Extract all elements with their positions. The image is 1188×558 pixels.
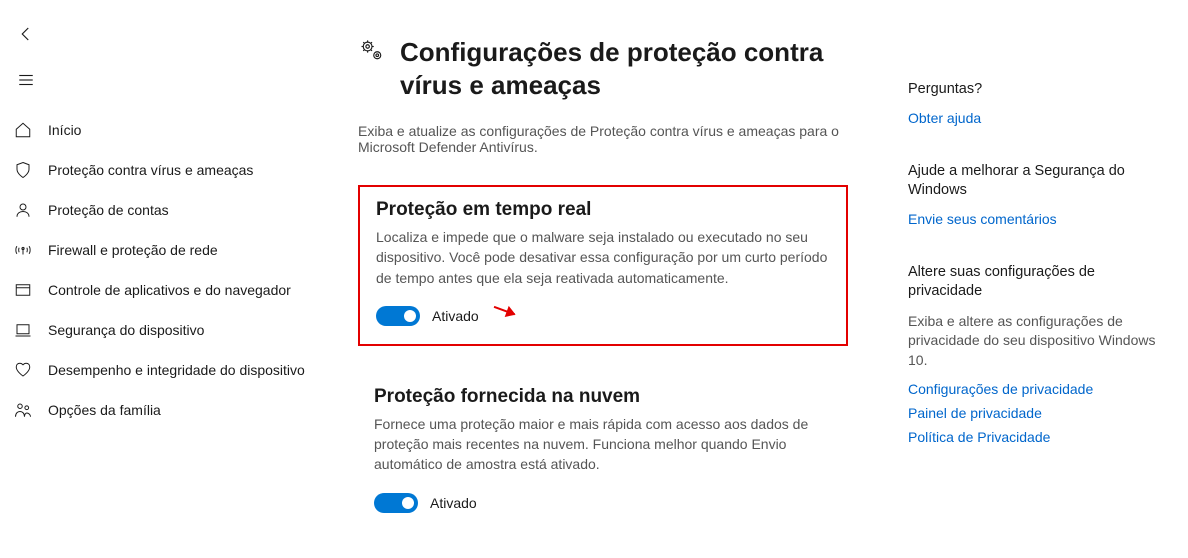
sidebar-item-virus-threat[interactable]: Proteção contra vírus e ameaças: [0, 150, 320, 190]
device-icon: [14, 321, 32, 339]
section-description: Localiza e impede que o malware seja ins…: [376, 227, 830, 288]
block-heading: Ajude a melhorar a Segurança do Windows: [908, 162, 1164, 201]
sidebar-item-app-browser-control[interactable]: Controle de aplicativos e do navegador: [0, 270, 320, 310]
sidebar-item-device-performance[interactable]: Desempenho e integridade do dispositivo: [0, 350, 320, 390]
sidebar-item-label: Firewall e proteção de rede: [48, 242, 218, 258]
sidebar-item-family-options[interactable]: Opções da família: [0, 390, 320, 430]
privacy-block: Altere suas configurações de privacidade…: [908, 263, 1164, 445]
home-icon: [14, 121, 32, 139]
right-panel: Perguntas? Obter ajuda Ajude a melhorar …: [908, 0, 1188, 558]
page-title: Configurações de proteção contra vírus e…: [400, 36, 860, 101]
sidebar-item-label: Proteção contra vírus e ameaças: [48, 162, 253, 178]
sidebar: Início Proteção contra vírus e ameaças P…: [0, 0, 320, 558]
sidebar-item-label: Segurança do dispositivo: [48, 322, 204, 338]
toggle-state-label: Ativado: [430, 495, 477, 511]
section-description: Fornece uma proteção maior e mais rápida…: [374, 414, 832, 475]
antenna-icon: [14, 241, 32, 259]
family-icon: [14, 401, 32, 419]
page-subtitle: Exiba e atualize as configurações de Pro…: [358, 123, 858, 155]
sidebar-item-device-security[interactable]: Segurança do dispositivo: [0, 310, 320, 350]
person-icon: [14, 201, 32, 219]
get-help-link[interactable]: Obter ajuda: [908, 110, 1164, 126]
back-button[interactable]: [8, 18, 44, 50]
section-cloud-protection: Proteção fornecida na nuvem Fornece uma …: [358, 374, 848, 531]
privacy-settings-link[interactable]: Configurações de privacidade: [908, 381, 1164, 397]
block-heading: Perguntas?: [908, 80, 1164, 100]
block-text: Exiba e altere as configurações de priva…: [908, 312, 1164, 371]
hamburger-button[interactable]: [8, 64, 44, 96]
sidebar-item-account-protection[interactable]: Proteção de contas: [0, 190, 320, 230]
section-title: Proteção fornecida na nuvem: [374, 386, 832, 408]
sidebar-item-label: Opções da família: [48, 402, 161, 418]
improve-security-block: Ajude a melhorar a Segurança do Windows …: [908, 162, 1164, 227]
realtime-toggle[interactable]: [376, 306, 420, 326]
send-feedback-link[interactable]: Envie seus comentários: [908, 211, 1164, 227]
heart-icon: [14, 361, 32, 379]
privacy-dashboard-link[interactable]: Painel de privacidade: [908, 405, 1164, 421]
sidebar-item-label: Proteção de contas: [48, 202, 169, 218]
sidebar-item-label: Início: [48, 122, 81, 138]
main-content: Configurações de proteção contra vírus e…: [320, 0, 908, 558]
block-heading: Altere suas configurações de privacidade: [908, 263, 1164, 302]
shield-icon: [14, 161, 32, 179]
sidebar-item-label: Controle de aplicativos e do navegador: [48, 282, 291, 298]
section-title: Proteção em tempo real: [376, 199, 830, 221]
questions-block: Perguntas? Obter ajuda: [908, 80, 1164, 126]
window-icon: [14, 281, 32, 299]
toggle-state-label: Ativado: [432, 308, 479, 324]
gears-icon: [358, 36, 386, 67]
sidebar-item-firewall[interactable]: Firewall e proteção de rede: [0, 230, 320, 270]
cloud-toggle[interactable]: [374, 493, 418, 513]
sidebar-item-home[interactable]: Início: [0, 110, 320, 150]
section-realtime-protection: Proteção em tempo real Localiza e impede…: [358, 185, 848, 346]
privacy-policy-link[interactable]: Política de Privacidade: [908, 429, 1164, 445]
sidebar-item-label: Desempenho e integridade do dispositivo: [48, 362, 305, 378]
annotation-arrow-icon: [483, 291, 524, 326]
